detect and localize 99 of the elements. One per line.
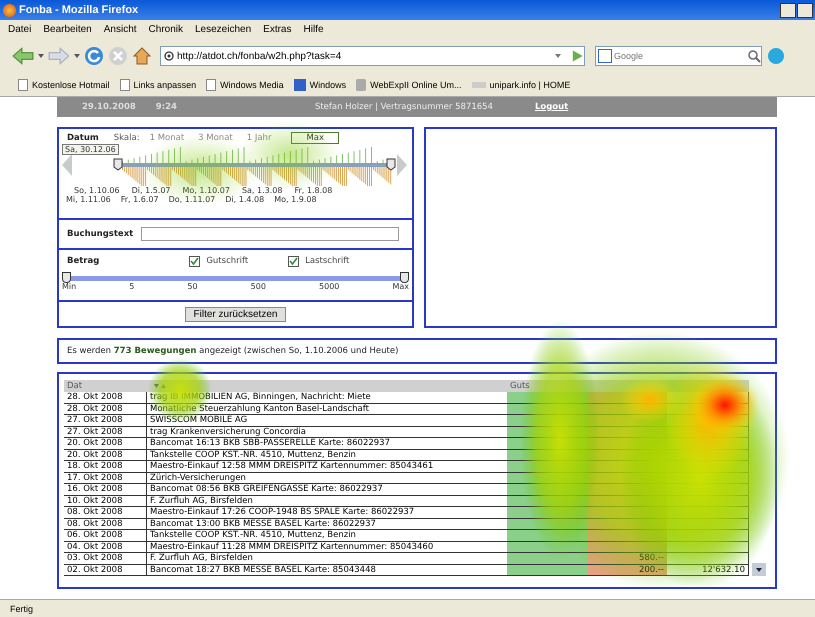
table-cell: 17. Okt 2008 xyxy=(64,472,146,484)
page-icon xyxy=(206,79,216,91)
tick-label: Fr, 1.6.07 xyxy=(120,195,159,204)
scale-option[interactable]: 3 Monat xyxy=(198,133,233,143)
tick-label: 500 xyxy=(250,282,266,291)
maximize-button[interactable] xyxy=(797,2,813,18)
firefox-icon xyxy=(3,4,16,16)
table-cell: Tankstelle COOP KST.-NR. 4510, Muttenz, Benzin xyxy=(146,530,507,541)
table-cell: Bancomat 08:56 BKB GREIFENGASSE Karte: 86022937 xyxy=(146,484,507,495)
date-tooltip: Sa, 30.12.06 xyxy=(62,144,119,155)
summary-text: Es werden 773 Bewegungen angezeigt (zwischen So, 1.10.2006 und Heute) xyxy=(67,346,398,356)
dropdown-icon[interactable] xyxy=(555,54,561,58)
back-button[interactable] xyxy=(12,47,34,65)
text-filter-label: Buchungstext xyxy=(67,229,134,239)
date-label: Datum xyxy=(67,133,99,143)
table-cell: 03. Okt 2008 xyxy=(64,552,146,564)
user-label: Stefan Holzer | Vertragsnummer 5871654 xyxy=(314,102,493,112)
window-title: Fonba - Mozilla Firefox xyxy=(19,4,140,16)
tick-label: Max xyxy=(392,282,409,291)
menu-item[interactable]: Lesezeichen xyxy=(195,24,252,34)
app-icon xyxy=(356,79,366,91)
tick-label: Min xyxy=(62,282,76,291)
page-icon xyxy=(120,79,130,91)
table-cell: 18. Okt 2008 xyxy=(64,460,146,472)
square-icon xyxy=(294,79,306,91)
menu-item[interactable]: Bearbeiten xyxy=(43,24,92,34)
table-cell: F. Zurfluh AG, Birsfelden xyxy=(146,552,507,564)
date-label: 29.10.2008 xyxy=(82,102,136,112)
column-header[interactable]: Dat xyxy=(64,380,146,392)
table-cell: Zürich-Versicherungen xyxy=(146,472,507,484)
menu-item[interactable]: Chronik xyxy=(148,24,183,34)
page-icon xyxy=(18,79,28,91)
status-text: Fertig xyxy=(10,604,34,614)
menu-item[interactable]: Hilfe xyxy=(304,24,324,34)
home-button[interactable] xyxy=(132,46,152,66)
tick-label: Mo, 1.10.07 xyxy=(182,186,230,195)
tick-label: 50 xyxy=(187,282,198,291)
table-cell: F. Zurfluh AG, Birsfelden xyxy=(146,495,507,506)
bookmark-link[interactable]: unipark.info | HOME xyxy=(490,80,570,90)
table-cell: 02. Okt 2008 xyxy=(64,564,146,576)
table-cell: 08. Okt 2008 xyxy=(64,506,146,518)
menu-item[interactable]: Ansicht xyxy=(104,24,137,34)
bookmark-link[interactable]: WebExpII Online Um... xyxy=(370,80,462,90)
scale-label: Skala: xyxy=(114,133,140,143)
text-filter-field[interactable] xyxy=(141,227,400,241)
address-field[interactable]: http://atdot.ch/fonba/w2h.php?task=4 xyxy=(160,46,585,66)
tick-label: Mo, 1.9.08 xyxy=(274,195,317,204)
dropdown-icon[interactable] xyxy=(38,54,44,58)
time-label: 9:24 xyxy=(156,102,177,112)
menu-item[interactable]: Datei xyxy=(8,24,32,34)
menu-item[interactable]: Extras xyxy=(263,24,292,34)
bookmark-link[interactable]: Kostenlose Hotmail xyxy=(32,80,110,90)
table-cell: 28. Okt 2008 xyxy=(64,403,146,414)
checkbox[interactable] xyxy=(288,256,300,266)
tick-label: Do, 1.11.07 xyxy=(168,195,216,204)
tick-label: Fr, 1.8.08 xyxy=(294,186,332,195)
table-cell: 06. Okt 2008 xyxy=(64,530,146,541)
table-cell: Bancomat 16:13 BKB SBB-PASSERELLE Karte: 86022937 xyxy=(146,438,507,449)
checkbox-label: Lastschrift xyxy=(305,256,350,266)
tick-label: Di, 1.5.07 xyxy=(132,186,171,195)
search-field[interactable]: Google xyxy=(595,46,762,66)
table-cell: 04. Okt 2008 xyxy=(64,541,146,552)
tick-label: So, 1.10.06 xyxy=(74,186,120,195)
tick-label: 5000 xyxy=(319,282,340,291)
minimize-button[interactable] xyxy=(780,2,796,18)
site-icon xyxy=(164,51,174,61)
table-cell: 28. Okt 2008 xyxy=(64,392,146,403)
table-cell: Maestro-Einkauf 11:28 MMM DREISPITZ Kartennummer: 85043460 xyxy=(146,541,507,552)
table-cell: Bancomat 13:00 BKB MESSE BASEL Karte: 86022937 xyxy=(146,518,507,530)
table-cell: 27. Okt 2008 xyxy=(64,414,146,426)
bookmark-link[interactable]: Windows xyxy=(310,80,346,90)
tick-label: Mi, 1.11.06 xyxy=(66,195,111,204)
tick-label: 5 xyxy=(129,282,134,291)
table-cell: Tankstelle COOP KST.-NR. 4510, Muttenz, Benzin xyxy=(146,449,507,460)
scroll-down-button[interactable] xyxy=(752,563,766,576)
link-icon xyxy=(472,82,486,88)
table-cell: Maestro-Einkauf 17:26 COOP-1948 BS SPALE Karte: 86022937 xyxy=(146,506,507,518)
amount-label: Betrag xyxy=(67,256,100,266)
table-cell: 08. Okt 2008 xyxy=(64,518,146,530)
table-cell: 16. Okt 2008 xyxy=(64,484,146,495)
table-cell: 27. Okt 2008 xyxy=(64,426,146,438)
table-cell: 20. Okt 2008 xyxy=(64,438,146,449)
dropdown-icon[interactable] xyxy=(74,54,80,58)
bookmark-link[interactable]: Links anpassen xyxy=(134,80,196,90)
bookmark-link[interactable]: Windows Media xyxy=(220,80,284,90)
checkbox[interactable] xyxy=(189,256,200,266)
search-icon[interactable] xyxy=(747,49,761,63)
table-cell: Maestro-Einkauf 12:58 MMM DREISPITZ Kartennummer: 85043461 xyxy=(146,460,507,472)
table-cell: Bancomat 18:27 BKB MESSE BASEL Karte: 85043448 xyxy=(146,564,507,576)
go-button[interactable] xyxy=(570,49,584,63)
table-cell: 10. Okt 2008 xyxy=(64,495,146,506)
tick-label: Di, 1.4.08 xyxy=(225,195,264,204)
table-cell: trag Krankenversicherung Concordia xyxy=(146,426,507,438)
reload-button[interactable] xyxy=(84,46,104,66)
tick-label: Sa, 1.3.08 xyxy=(242,186,282,195)
checkbox-label: Gutschrift xyxy=(206,256,248,266)
reset-filter-button[interactable]: Filter zurücksetzen xyxy=(184,306,286,322)
table-cell: 20. Okt 2008 xyxy=(64,449,146,460)
scale-option[interactable]: 1 Monat xyxy=(150,133,184,143)
